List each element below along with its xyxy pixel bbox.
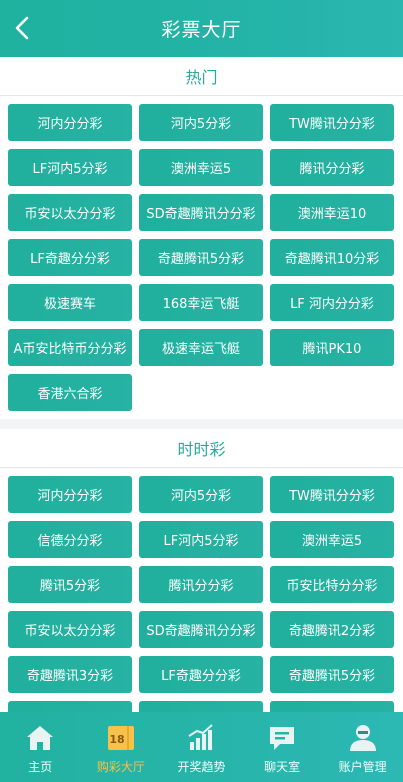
game-button[interactable]: 奇趣腾讯10分彩 bbox=[8, 701, 132, 712]
bottom-tab-bar: 主页 18 购彩大厅 开奖趋势 聊天室 账户管理 bbox=[0, 712, 403, 782]
game-button[interactable]: SD奇趣腾讯分分彩 bbox=[139, 611, 263, 648]
game-button[interactable]: SD奇趣腾讯分分彩 bbox=[139, 194, 263, 231]
game-button[interactable]: TW腾讯分分彩 bbox=[270, 476, 394, 513]
game-button[interactable]: 河内分分彩 bbox=[8, 476, 132, 513]
game-button[interactable]: 腾讯5分彩 bbox=[8, 566, 132, 603]
game-button[interactable]: LF奇趣分分彩 bbox=[8, 239, 132, 276]
section-ssc: 时时彩 河内分分彩 河内5分彩 TW腾讯分分彩 信德分分彩 LF河内5分彩 澳洲幸运5 腾讯… bbox=[0, 429, 403, 712]
ticket-number: 18 bbox=[109, 733, 124, 746]
tab-label: 购彩大厅 bbox=[96, 760, 145, 774]
game-button[interactable]: 秒秒彩 bbox=[139, 701, 263, 712]
game-button[interactable]: 腾讯PK10 bbox=[270, 329, 394, 366]
game-button[interactable]: 腾讯分分彩 bbox=[270, 149, 394, 186]
game-button[interactable]: LF 河内分分彩 bbox=[270, 284, 394, 321]
game-button[interactable]: 奇趣腾讯10分彩 bbox=[270, 239, 394, 276]
game-button[interactable]: 币安以太分分彩 bbox=[8, 611, 132, 648]
top-header: 彩票大厅 bbox=[0, 0, 403, 57]
game-button[interactable]: 币安比特分分彩 bbox=[270, 566, 394, 603]
game-button[interactable]: 奇趣腾讯2分彩 bbox=[270, 611, 394, 648]
section-hot: 热门 河内分分彩 河内5分彩 TW腾讯分分彩 LF河内5分彩 澳洲幸运5 腾讯分分彩币安以… bbox=[0, 57, 403, 419]
chat-icon bbox=[270, 727, 295, 750]
section-title-ssc: 时时彩 bbox=[0, 429, 403, 468]
game-button[interactable]: 168幸运飞艇 bbox=[139, 284, 263, 321]
section-title-hot: 热门 bbox=[0, 57, 403, 96]
page-title: 彩票大厅 bbox=[161, 19, 242, 41]
game-button[interactable]: 奇趣腾讯5分彩 bbox=[139, 239, 263, 276]
game-button[interactable]: 币安以太分分彩 bbox=[8, 194, 132, 231]
game-button[interactable]: 奇趣QQ分分彩 bbox=[270, 701, 394, 712]
game-button[interactable]: LF奇趣分分彩 bbox=[139, 656, 263, 693]
game-button[interactable]: LF河内5分彩 bbox=[8, 149, 132, 186]
lottery-ticket-icon: 18 bbox=[107, 726, 134, 750]
game-button[interactable]: 极速幸运飞艇 bbox=[139, 329, 263, 366]
tab-label: 开奖趋势 bbox=[177, 760, 226, 774]
tab-label: 账户管理 bbox=[338, 760, 387, 774]
user-icon bbox=[349, 725, 376, 751]
tab-trend[interactable]: 开奖趋势 bbox=[161, 712, 242, 782]
game-button[interactable]: 澳洲幸运5 bbox=[270, 521, 394, 558]
tab-home[interactable]: 主页 bbox=[0, 712, 81, 782]
tab-chat[interactable]: 聊天室 bbox=[242, 712, 323, 782]
lottery-list[interactable]: 热门 河内分分彩 河内5分彩 TW腾讯分分彩 LF河内5分彩 澳洲幸运5 腾讯分分彩 币安以… bbox=[0, 57, 403, 712]
game-button[interactable]: 极速赛车 bbox=[8, 284, 132, 321]
chevron-left-icon bbox=[15, 16, 29, 40]
game-grid-hot: 河内分分彩 河内5分彩 TW腾讯分分彩 LF河内5分彩 澳洲幸运5 腾讯分分彩币安以太分分… bbox=[0, 96, 403, 419]
game-button[interactable]: 澳洲幸运10 bbox=[270, 194, 394, 231]
trend-chart-icon bbox=[188, 724, 214, 750]
back-button[interactable] bbox=[8, 12, 36, 44]
game-button[interactable]: 河内分分彩 bbox=[8, 104, 132, 141]
game-button[interactable]: 奇趣腾讯5分彩 bbox=[270, 656, 394, 693]
tab-label: 聊天室 bbox=[264, 760, 301, 774]
game-button[interactable]: LF河内5分彩 bbox=[139, 521, 263, 558]
game-button[interactable]: 河内5分彩 bbox=[139, 476, 263, 513]
tab-lottery-hall[interactable]: 18 购彩大厅 bbox=[81, 712, 162, 782]
game-button[interactable]: A币安比特币分分彩 bbox=[8, 329, 132, 366]
game-button[interactable]: 河内5分彩 bbox=[139, 104, 263, 141]
game-button[interactable]: 澳洲幸运5 bbox=[139, 149, 263, 186]
game-button[interactable]: 腾讯分分彩 bbox=[139, 566, 263, 603]
tab-account[interactable]: 账户管理 bbox=[322, 712, 403, 782]
game-button[interactable]: TW腾讯分分彩 bbox=[270, 104, 394, 141]
game-grid-ssc: 河内分分彩 河内5分彩 TW腾讯分分彩信德分分彩 LF河内5分彩 澳洲幸运5 腾讯5分彩腾… bbox=[0, 468, 403, 712]
game-button[interactable]: 香港六合彩 bbox=[8, 374, 132, 411]
game-button[interactable]: 信德分分彩 bbox=[8, 521, 132, 558]
tab-label: 主页 bbox=[28, 760, 53, 774]
home-icon bbox=[27, 726, 54, 750]
game-button[interactable]: 奇趣腾讯3分彩 bbox=[8, 656, 132, 693]
